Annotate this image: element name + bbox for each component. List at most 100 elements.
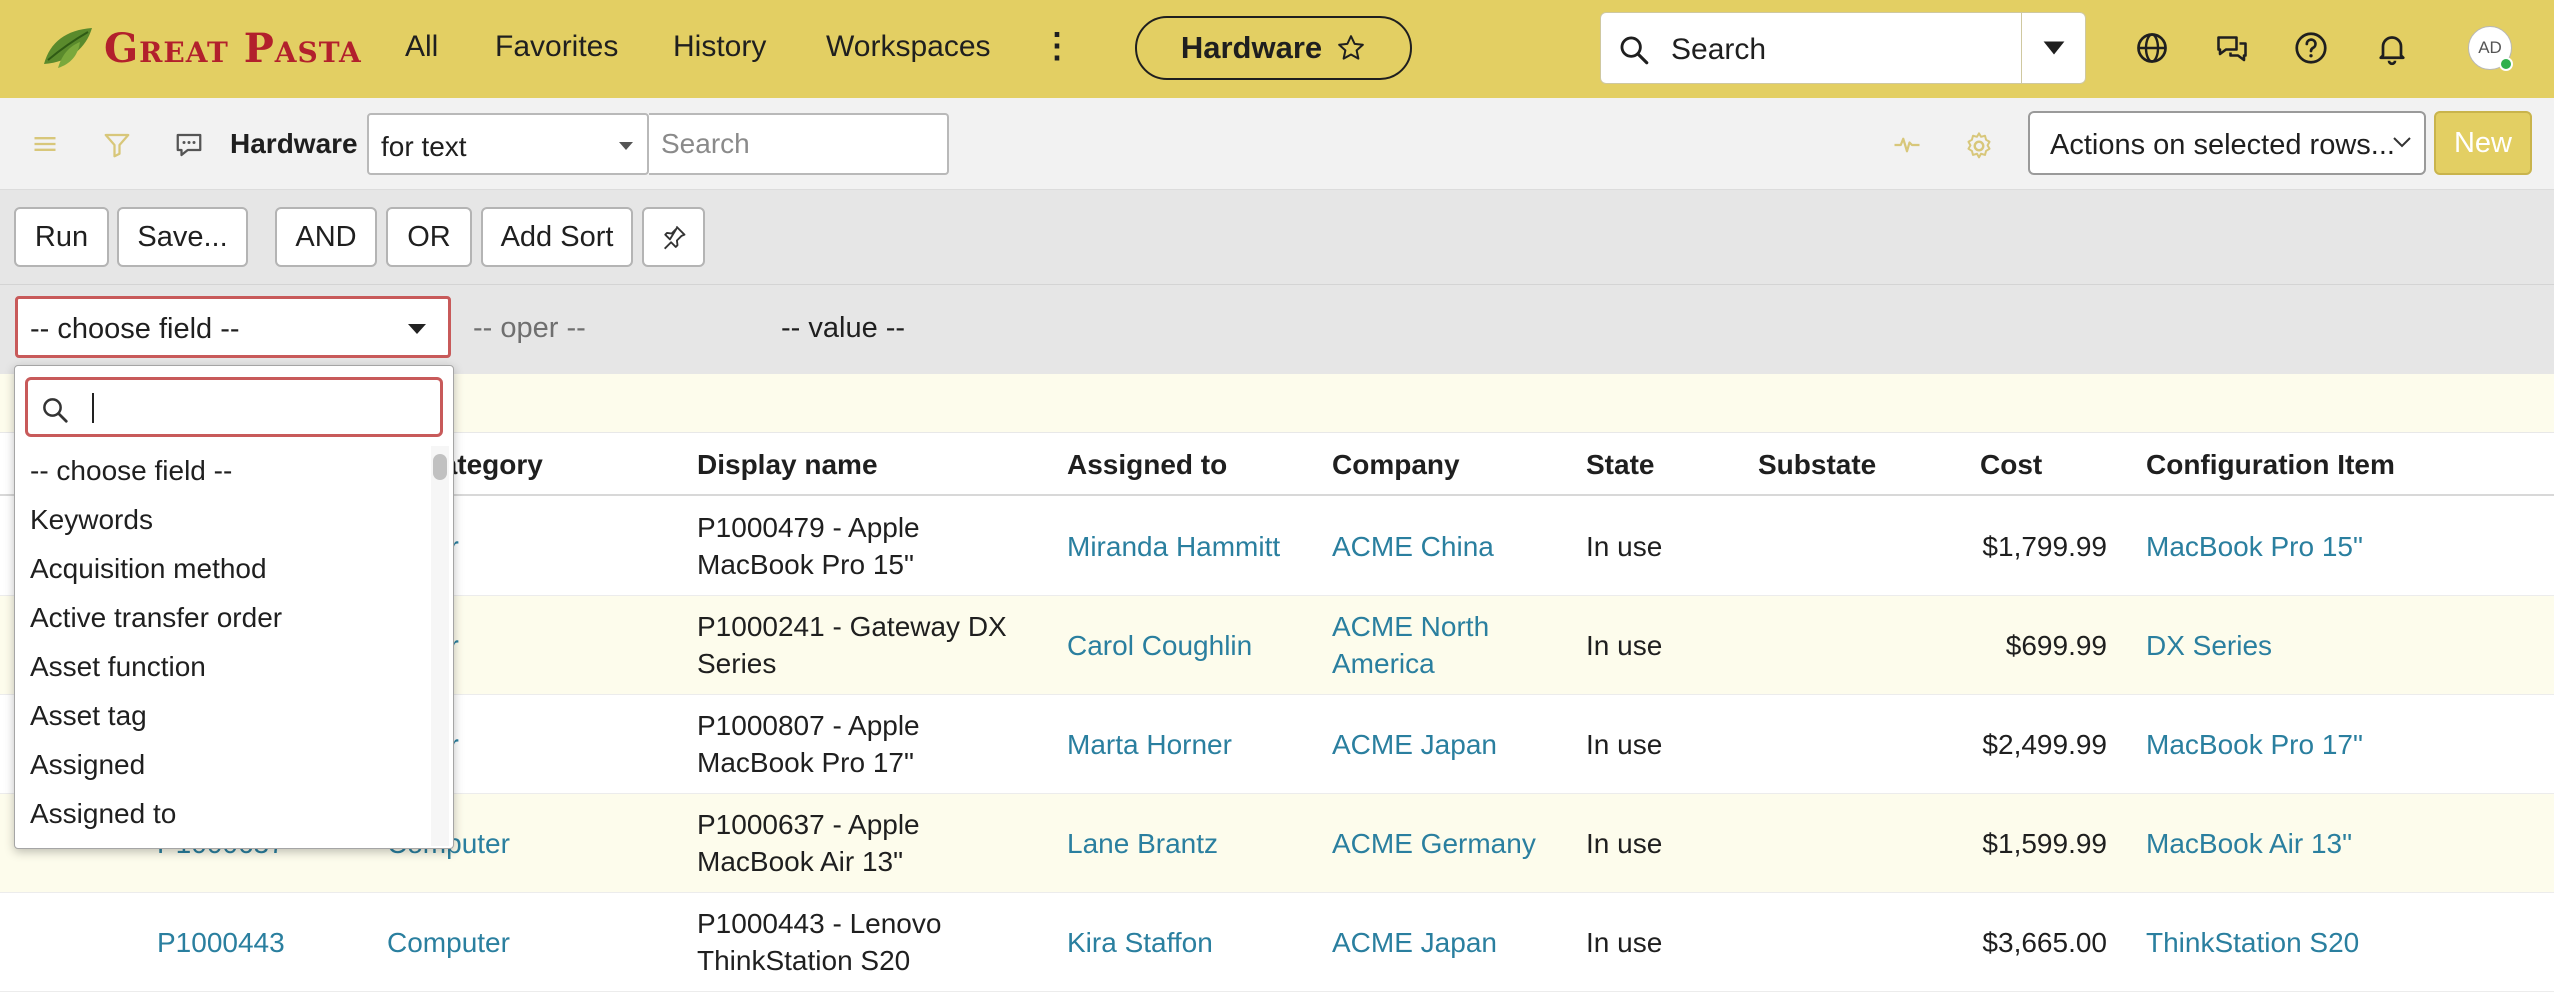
- context-pill[interactable]: Hardware: [1135, 16, 1412, 80]
- global-search[interactable]: Search: [1600, 12, 2086, 84]
- nav-workspaces[interactable]: Workspaces: [826, 30, 991, 64]
- star-icon[interactable]: [1336, 33, 1366, 63]
- display-name-line: ThinkStation S20: [697, 945, 911, 976]
- divider: [2021, 13, 2022, 83]
- display-name-line: MacBook Air 13": [697, 846, 904, 877]
- dropdown-search-input[interactable]: [25, 377, 443, 437]
- state-cell: In use: [1586, 927, 1663, 958]
- field-option[interactable]: -- choose field --: [15, 446, 435, 495]
- display-name-line: P1000241 - Gateway DX: [697, 611, 1007, 642]
- field-option[interactable]: Active transfer order: [15, 593, 435, 642]
- cost-cell: $1,799.99: [1982, 531, 2107, 562]
- configuration-item-link[interactable]: MacBook Pro 17": [2146, 726, 2363, 763]
- field-option[interactable]: Asset tag: [15, 691, 435, 740]
- assigned-to-link[interactable]: Lane Brantz: [1067, 825, 1218, 862]
- actions-select[interactable]: Actions on selected rows...: [2028, 111, 2426, 175]
- filter-toolbar: Run Save... AND OR Add Sort: [0, 190, 2554, 284]
- choose-field-dropdown: -- choose field -- Keywords Acquisition …: [14, 365, 454, 849]
- caret-down-icon[interactable]: [2041, 37, 2067, 59]
- list-title: Hardware: [230, 128, 358, 159]
- model-category-link[interactable]: Computer: [387, 924, 510, 961]
- configuration-item-link[interactable]: ThinkStation S20: [2146, 924, 2359, 961]
- and-button[interactable]: AND: [275, 207, 377, 267]
- operator-select[interactable]: -- oper --: [473, 312, 586, 345]
- save-filter-button[interactable]: Save...: [117, 207, 248, 267]
- caret-down-icon: [408, 324, 426, 334]
- column-header-state[interactable]: State: [1586, 449, 1654, 481]
- pin-button[interactable]: [642, 207, 705, 267]
- comment-icon[interactable]: [174, 130, 204, 160]
- column-header-cost[interactable]: Cost: [1980, 449, 2042, 481]
- activity-pulse-icon[interactable]: [1890, 130, 1924, 160]
- list-search-input[interactable]: [649, 113, 949, 175]
- field-option[interactable]: Assigned: [15, 740, 435, 789]
- nav-favorites[interactable]: Favorites: [495, 30, 618, 64]
- run-button[interactable]: Run: [14, 207, 109, 267]
- choose-field-select[interactable]: -- choose field --: [15, 296, 451, 358]
- search-field-select[interactable]: for text: [367, 113, 649, 175]
- search-field-select-value: for text: [381, 131, 467, 162]
- company-link[interactable]: ACME Japan: [1332, 726, 1497, 763]
- gear-icon[interactable]: [1963, 130, 1995, 162]
- company-link[interactable]: ACME North America: [1332, 608, 1489, 682]
- cost-cell: $3,665.00: [1982, 927, 2107, 958]
- actions-select-value: Actions on selected rows...: [2050, 129, 2395, 161]
- field-option[interactable]: Assigned to: [15, 789, 435, 838]
- field-option[interactable]: Keywords: [15, 495, 435, 544]
- nav-history[interactable]: History: [673, 30, 766, 64]
- new-button[interactable]: New: [2434, 111, 2532, 175]
- state-cell: In use: [1586, 729, 1663, 760]
- context-pill-label: Hardware: [1180, 30, 1323, 65]
- bell-icon[interactable]: [2374, 30, 2410, 66]
- globe-icon[interactable]: [2134, 30, 2170, 66]
- field-option[interactable]: Acquisition method: [15, 544, 435, 593]
- display-name-line: P1000443 - Lenovo: [697, 908, 942, 939]
- company-link[interactable]: ACME Japan: [1332, 924, 1497, 961]
- table-row: P1000443 Computer P1000443 - Lenovo Thin…: [0, 893, 2554, 992]
- assigned-to-link[interactable]: Kira Staffon: [1067, 924, 1213, 961]
- company-link[interactable]: ACME China: [1332, 528, 1494, 565]
- or-button[interactable]: OR: [386, 207, 472, 267]
- assigned-to-link[interactable]: Miranda Hammitt: [1067, 528, 1280, 565]
- configuration-item-link[interactable]: MacBook Pro 15": [2146, 528, 2363, 565]
- help-icon[interactable]: [2293, 30, 2329, 66]
- company-link[interactable]: ACME Germany: [1332, 825, 1536, 862]
- vertical-ellipsis-icon[interactable]: ⋮: [1040, 26, 1074, 66]
- nav-all[interactable]: All: [405, 30, 438, 64]
- add-sort-button[interactable]: Add Sort: [481, 207, 633, 267]
- top-banner: Great Pasta All Favorites History Worksp…: [0, 0, 2554, 98]
- display-name-line: MacBook Pro 17": [697, 747, 914, 778]
- display-name-cell: P1000807 - Apple MacBook Pro 17": [697, 707, 920, 781]
- field-option[interactable]: Asset function: [15, 642, 435, 691]
- company-line: ACME Japan: [1332, 927, 1497, 958]
- assigned-to-link[interactable]: Marta Horner: [1067, 726, 1232, 763]
- field-option-list: -- choose field -- Keywords Acquisition …: [15, 446, 435, 838]
- column-header-substate[interactable]: Substate: [1758, 449, 1876, 481]
- asset-tag-link[interactable]: P1000443: [157, 924, 285, 961]
- company-line: ACME Japan: [1332, 729, 1497, 760]
- value-field[interactable]: -- value --: [781, 312, 905, 345]
- display-name-line: P1000479 - Apple: [697, 512, 920, 543]
- assigned-to-link[interactable]: Carol Coughlin: [1067, 627, 1252, 664]
- column-header-display-name[interactable]: Display name: [697, 449, 878, 481]
- column-header-company[interactable]: Company: [1332, 449, 1460, 481]
- display-name-cell: P1000443 - Lenovo ThinkStation S20: [697, 905, 941, 979]
- filter-condition-row: -- choose field -- -- oper -- -- value -…: [0, 284, 2554, 374]
- filter-funnel-icon[interactable]: [101, 130, 133, 160]
- configuration-item-link[interactable]: DX Series: [2146, 627, 2272, 664]
- state-cell: In use: [1586, 531, 1663, 562]
- company-line: America: [1332, 648, 1435, 679]
- avatar[interactable]: AD: [2468, 26, 2513, 71]
- display-name-line: Series: [697, 648, 777, 679]
- chat-bubbles-icon[interactable]: [2214, 30, 2250, 66]
- column-header-configuration-item[interactable]: Configuration Item: [2146, 449, 2395, 481]
- cost-cell: $699.99: [2005, 630, 2107, 661]
- configuration-item-link[interactable]: MacBook Air 13": [2146, 825, 2352, 862]
- hamburger-menu-icon[interactable]: [30, 130, 60, 158]
- column-header-assigned-to[interactable]: Assigned to: [1067, 449, 1227, 481]
- scrollbar-thumb[interactable]: [433, 454, 447, 480]
- brand-logo[interactable]: Great Pasta: [40, 18, 362, 78]
- display-name-cell: P1000241 - Gateway DX Series: [697, 608, 1007, 682]
- chevron-down-icon: [2393, 137, 2411, 148]
- display-name-cell: P1000479 - Apple MacBook Pro 15": [697, 509, 920, 583]
